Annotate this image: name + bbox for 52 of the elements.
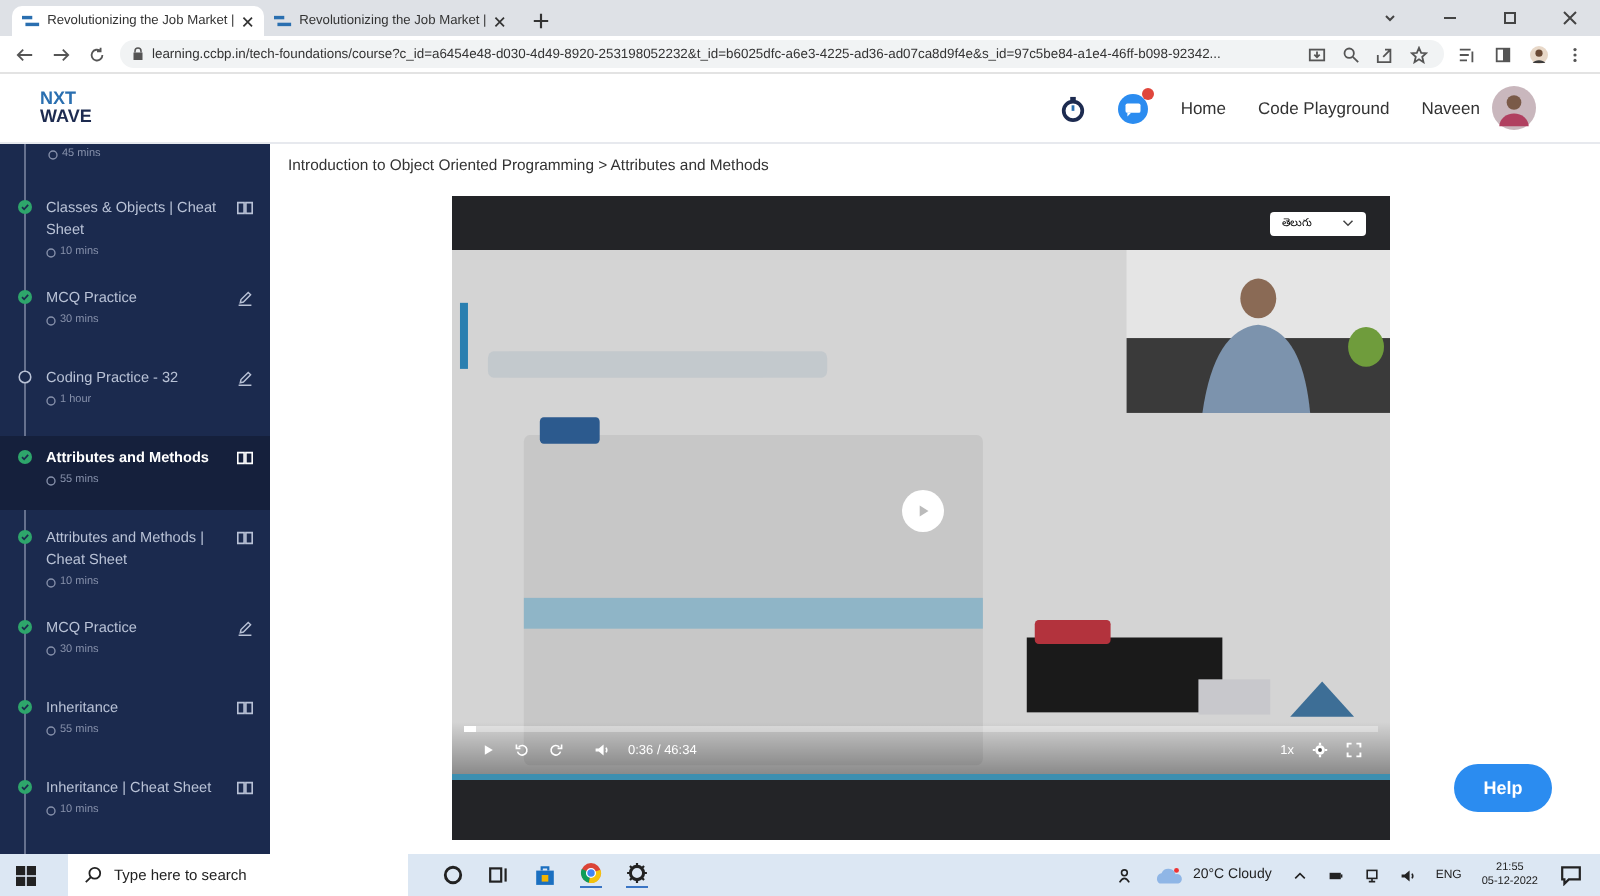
close-icon[interactable] <box>494 15 506 27</box>
battery-icon[interactable] <box>1327 867 1344 883</box>
lock-icon <box>132 46 144 62</box>
close-icon[interactable] <box>242 15 254 27</box>
close-icon[interactable] <box>1560 8 1580 28</box>
site-icon <box>22 14 40 28</box>
chrome-icon[interactable] <box>580 862 602 888</box>
settings-icon[interactable] <box>626 862 648 888</box>
clock-icon <box>46 247 56 257</box>
reload-icon[interactable] <box>88 45 106 63</box>
nav-link[interactable]: Code Playground <box>1258 98 1390 118</box>
clock-icon <box>46 645 56 655</box>
clock-icon <box>46 725 56 735</box>
maximize-icon[interactable] <box>1500 8 1520 28</box>
caret-icon <box>1342 218 1354 228</box>
user-avatar[interactable] <box>1492 86 1536 130</box>
forward-icon[interactable] <box>52 45 70 63</box>
new-tab-icon[interactable] <box>532 12 550 30</box>
profile-avatar[interactable] <box>1530 45 1548 63</box>
chevron-up-icon[interactable] <box>1291 867 1308 883</box>
side-panel-icon[interactable] <box>1494 45 1512 63</box>
stopwatch-icon[interactable] <box>1060 95 1087 121</box>
speaker-icon[interactable] <box>1399 867 1416 883</box>
share-icon[interactable] <box>1376 45 1394 63</box>
store-icon[interactable] <box>534 864 556 886</box>
clock-icon <box>46 395 56 405</box>
cortana-icon[interactable] <box>442 864 464 886</box>
logo[interactable]: NXT WAVE <box>40 90 92 126</box>
play-icon[interactable] <box>480 742 496 758</box>
site-icon <box>274 14 292 28</box>
star-icon[interactable] <box>1410 45 1428 63</box>
clock-icon <box>46 475 56 485</box>
network-icon[interactable] <box>1363 867 1380 883</box>
people-icon[interactable] <box>1118 867 1135 883</box>
windows-icon[interactable] <box>16 865 36 885</box>
search-icon <box>84 866 102 884</box>
reading-list-icon[interactable] <box>1458 45 1476 63</box>
install-icon[interactable] <box>1308 45 1326 63</box>
nav-link[interactable]: Home <box>1180 98 1226 118</box>
clock-icon <box>46 805 56 815</box>
clock-icon <box>46 315 56 325</box>
user-name: Naveen <box>1421 98 1480 118</box>
back-icon[interactable] <box>16 45 34 63</box>
clock-icon <box>48 149 58 159</box>
task-view-icon[interactable] <box>488 864 510 886</box>
notifications-icon[interactable] <box>1560 864 1582 886</box>
volume-icon[interactable] <box>594 742 610 758</box>
zoom-icon[interactable] <box>1342 45 1360 63</box>
clock-icon <box>46 577 56 587</box>
chat-icon[interactable] <box>1118 93 1149 123</box>
rewind-icon[interactable] <box>514 742 530 758</box>
weather-icon[interactable] <box>1154 865 1185 885</box>
